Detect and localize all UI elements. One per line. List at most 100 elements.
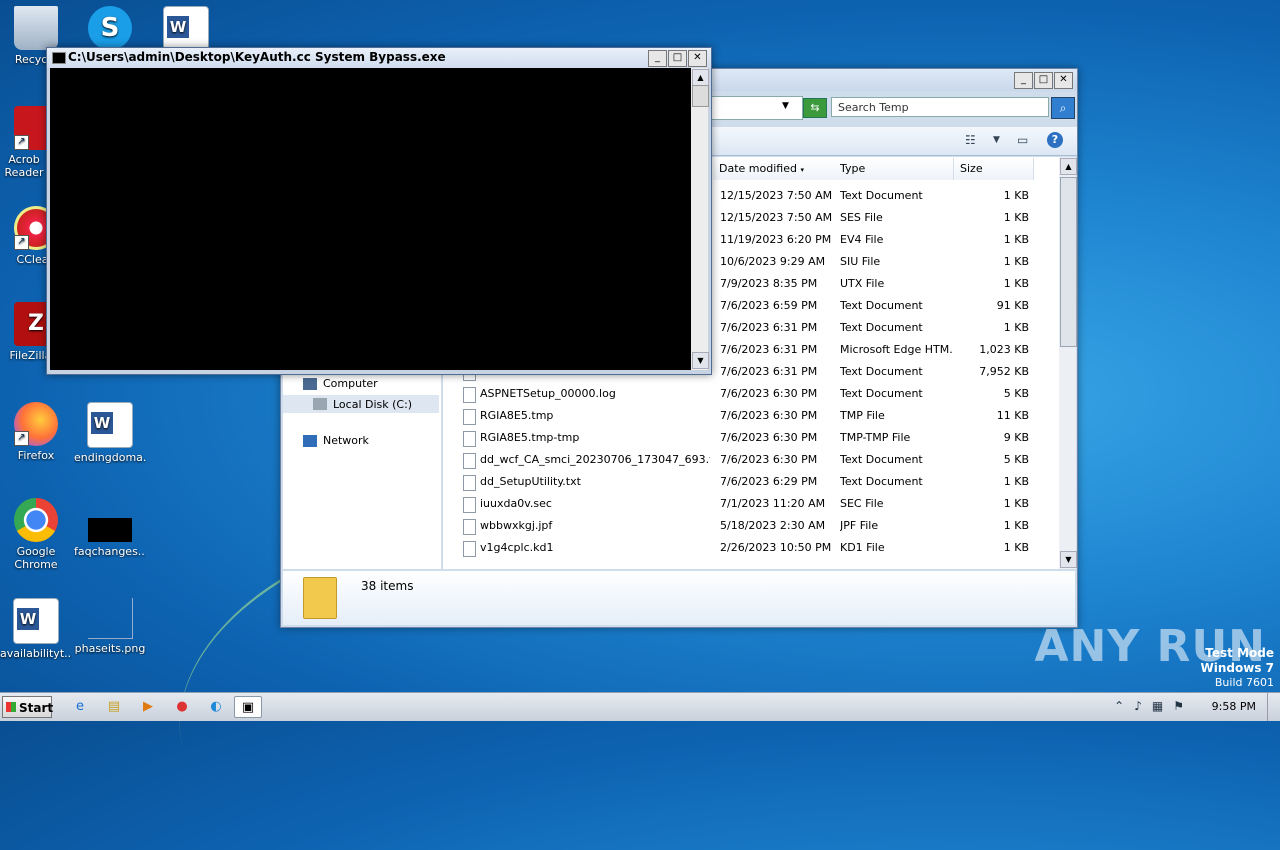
- table-row[interactable]: RGIA8E5.tmp 7/6/2023 6:30 PM TMP File 11 KB: [443, 405, 1059, 427]
- date-modified-cell: 7/6/2023 6:30 PM: [720, 453, 818, 466]
- preview-pane-icon[interactable]: ▭: [1017, 133, 1028, 147]
- desktop-icon-availability[interactable]: availabilityt...: [0, 598, 72, 660]
- desktop-icon-label: Firefox: [17, 449, 55, 462]
- address-dropdown-icon[interactable]: ▼: [782, 101, 789, 111]
- word-document-icon: [13, 598, 59, 644]
- minimize-button[interactable]: _: [648, 50, 667, 67]
- desktop-icon-endingdoma[interactable]: endingdoma...: [74, 402, 146, 464]
- nav-item-label: Network: [323, 434, 369, 447]
- nav-item-computer[interactable]: Computer: [303, 377, 378, 390]
- table-row[interactable]: dd_SetupUtility.txt 7/6/2023 6:29 PM Text …: [443, 471, 1059, 493]
- maximize-button[interactable]: □: [668, 50, 687, 67]
- desktop-icon-chrome[interactable]: Google Chrome: [0, 498, 72, 571]
- taskbar-chrome-icon[interactable]: ●: [168, 696, 196, 718]
- file-name-cell: wbbwxkgj.jpf: [480, 519, 553, 532]
- windows-version-label: Windows 7: [1200, 661, 1274, 675]
- scrollbar-thumb[interactable]: [692, 85, 709, 107]
- refresh-button[interactable]: ⇆: [803, 98, 827, 118]
- recycle-bin-icon: [14, 6, 58, 50]
- minimize-button[interactable]: _: [1014, 72, 1033, 89]
- nav-item-network[interactable]: Network: [303, 434, 369, 447]
- date-modified-cell: 7/6/2023 6:59 PM: [720, 299, 818, 312]
- view-dropdown-icon[interactable]: ▼: [993, 135, 1000, 145]
- taskbar-edge-icon[interactable]: ◐: [202, 696, 230, 718]
- file-name-cell: iuuxda0v.sec: [480, 497, 552, 510]
- date-modified-cell: 10/6/2023 9:29 AM: [720, 255, 826, 268]
- console-window: C:\Users\admin\Desktop\KeyAuth.cc System…: [46, 47, 712, 375]
- file-icon: [463, 497, 476, 513]
- date-modified-cell: 7/6/2023 6:31 PM: [720, 343, 818, 356]
- desktop-icon-firefox[interactable]: ↗ Firefox: [0, 402, 72, 462]
- type-cell: JPF File: [840, 519, 879, 532]
- desktop-icon-skype[interactable]: S: [74, 6, 146, 53]
- console-scrollbar[interactable]: ▲ ▼: [691, 68, 709, 370]
- date-modified-cell: 2/26/2023 10:50 PM: [720, 541, 832, 554]
- file-list-scrollbar[interactable]: ▲ ▼: [1059, 157, 1077, 569]
- taskbar-clock[interactable]: 9:58 PM: [1212, 700, 1256, 713]
- file-name-cell: RGIA8E5.tmp: [480, 409, 554, 422]
- action-center-flag-icon[interactable]: ⚑: [1173, 699, 1184, 713]
- size-cell: 1 KB: [1003, 475, 1029, 488]
- column-header-type[interactable]: Type: [834, 158, 954, 180]
- date-modified-cell: 7/6/2023 6:31 PM: [720, 365, 818, 378]
- chrome-icon: [14, 498, 58, 542]
- volume-icon[interactable]: ♪: [1134, 699, 1142, 713]
- help-icon[interactable]: ?: [1047, 132, 1063, 148]
- file-icon: [463, 387, 476, 403]
- system-tray: ⌃ ♪ ▦ ⚑: [1114, 699, 1184, 713]
- view-options-icon[interactable]: ☷: [965, 133, 976, 147]
- date-modified-cell: 7/6/2023 6:30 PM: [720, 387, 818, 400]
- scroll-up-arrow-icon[interactable]: ▲: [692, 69, 709, 86]
- scrollbar-thumb[interactable]: [1060, 177, 1077, 347]
- type-cell: Text Document: [840, 365, 923, 378]
- scroll-up-arrow-icon[interactable]: ▲: [1060, 158, 1077, 175]
- file-icon: [463, 475, 476, 491]
- taskbar-console-icon[interactable]: ▣: [234, 696, 262, 718]
- skype-icon: S: [88, 6, 132, 50]
- size-cell: 1 KB: [1003, 255, 1029, 268]
- date-modified-cell: 11/19/2023 6:20 PM: [720, 233, 832, 246]
- console-titlebar[interactable]: C:\Users\admin\Desktop\KeyAuth.cc System…: [47, 48, 711, 68]
- firefox-icon: ↗: [14, 402, 58, 446]
- taskbar-explorer-icon[interactable]: ▤: [100, 696, 128, 718]
- type-cell: KD1 File: [840, 541, 885, 554]
- desktop-icon-faqchanges[interactable]: faqchanges...: [74, 508, 146, 558]
- table-row[interactable]: dd_wcf_CA_smci_20230706_173047_693.txt 7/…: [443, 449, 1059, 471]
- details-pane: 38 items: [283, 571, 1075, 625]
- scroll-down-arrow-icon[interactable]: ▼: [1060, 551, 1077, 568]
- size-cell: 1,023 KB: [979, 343, 1029, 356]
- file-name-cell: dd_SetupUtility.txt: [480, 475, 581, 488]
- table-row[interactable]: RGIA8E5.tmp-tmp 7/6/2023 6:30 PM TMP-TMP F…: [443, 427, 1059, 449]
- network-tray-icon[interactable]: ▦: [1152, 699, 1163, 713]
- console-window-controls: _ □ ✕: [648, 50, 707, 67]
- desktop-icon-phaseits[interactable]: phaseits.png: [74, 598, 146, 655]
- show-desktop-button[interactable]: [1267, 693, 1280, 721]
- start-button[interactable]: Start: [2, 696, 53, 718]
- taskbar-media-player-icon[interactable]: ▶: [134, 696, 162, 718]
- type-cell: Text Document: [840, 189, 923, 202]
- column-header-date-modified[interactable]: Date modified ▾: [713, 158, 835, 180]
- close-button[interactable]: ✕: [688, 50, 707, 67]
- table-row[interactable]: ASPNETSetup_00000.log 7/6/2023 6:30 PM Tex…: [443, 383, 1059, 405]
- shortcut-arrow-icon: ↗: [14, 135, 29, 150]
- table-row[interactable]: wbbwxkgj.jpf 5/18/2023 2:30 AM JPF File 1 K…: [443, 515, 1059, 537]
- close-button[interactable]: ✕: [1054, 72, 1073, 89]
- type-cell: Text Document: [840, 299, 923, 312]
- table-row[interactable]: iuuxda0v.sec 7/1/2023 11:20 AM SEC File 1 K…: [443, 493, 1059, 515]
- table-row[interactable]: v1g4cplc.kd1 2/26/2023 10:50 PM KD1 File 1 …: [443, 537, 1059, 559]
- scroll-down-arrow-icon[interactable]: ▼: [692, 352, 709, 369]
- windows-test-mode-stamp: Test Mode Windows 7 Build 7601: [1201, 646, 1274, 690]
- search-input[interactable]: Search Temp: [831, 97, 1049, 117]
- search-icon[interactable]: ⌕: [1051, 97, 1075, 119]
- size-cell: 91 KB: [996, 299, 1029, 312]
- nav-item-label: Local Disk (C:): [333, 397, 413, 411]
- taskbar-ie-icon[interactable]: e: [66, 696, 94, 718]
- maximize-button[interactable]: □: [1034, 72, 1053, 89]
- type-cell: SIU File: [840, 255, 881, 268]
- console-output[interactable]: [50, 68, 691, 370]
- column-header-size[interactable]: Size: [954, 158, 1034, 180]
- image-file-icon: [88, 518, 132, 542]
- nav-item-local-disk[interactable]: Local Disk (C:): [283, 395, 439, 413]
- tray-expand-icon[interactable]: ⌃: [1114, 699, 1124, 713]
- size-cell: 1 KB: [1003, 541, 1029, 554]
